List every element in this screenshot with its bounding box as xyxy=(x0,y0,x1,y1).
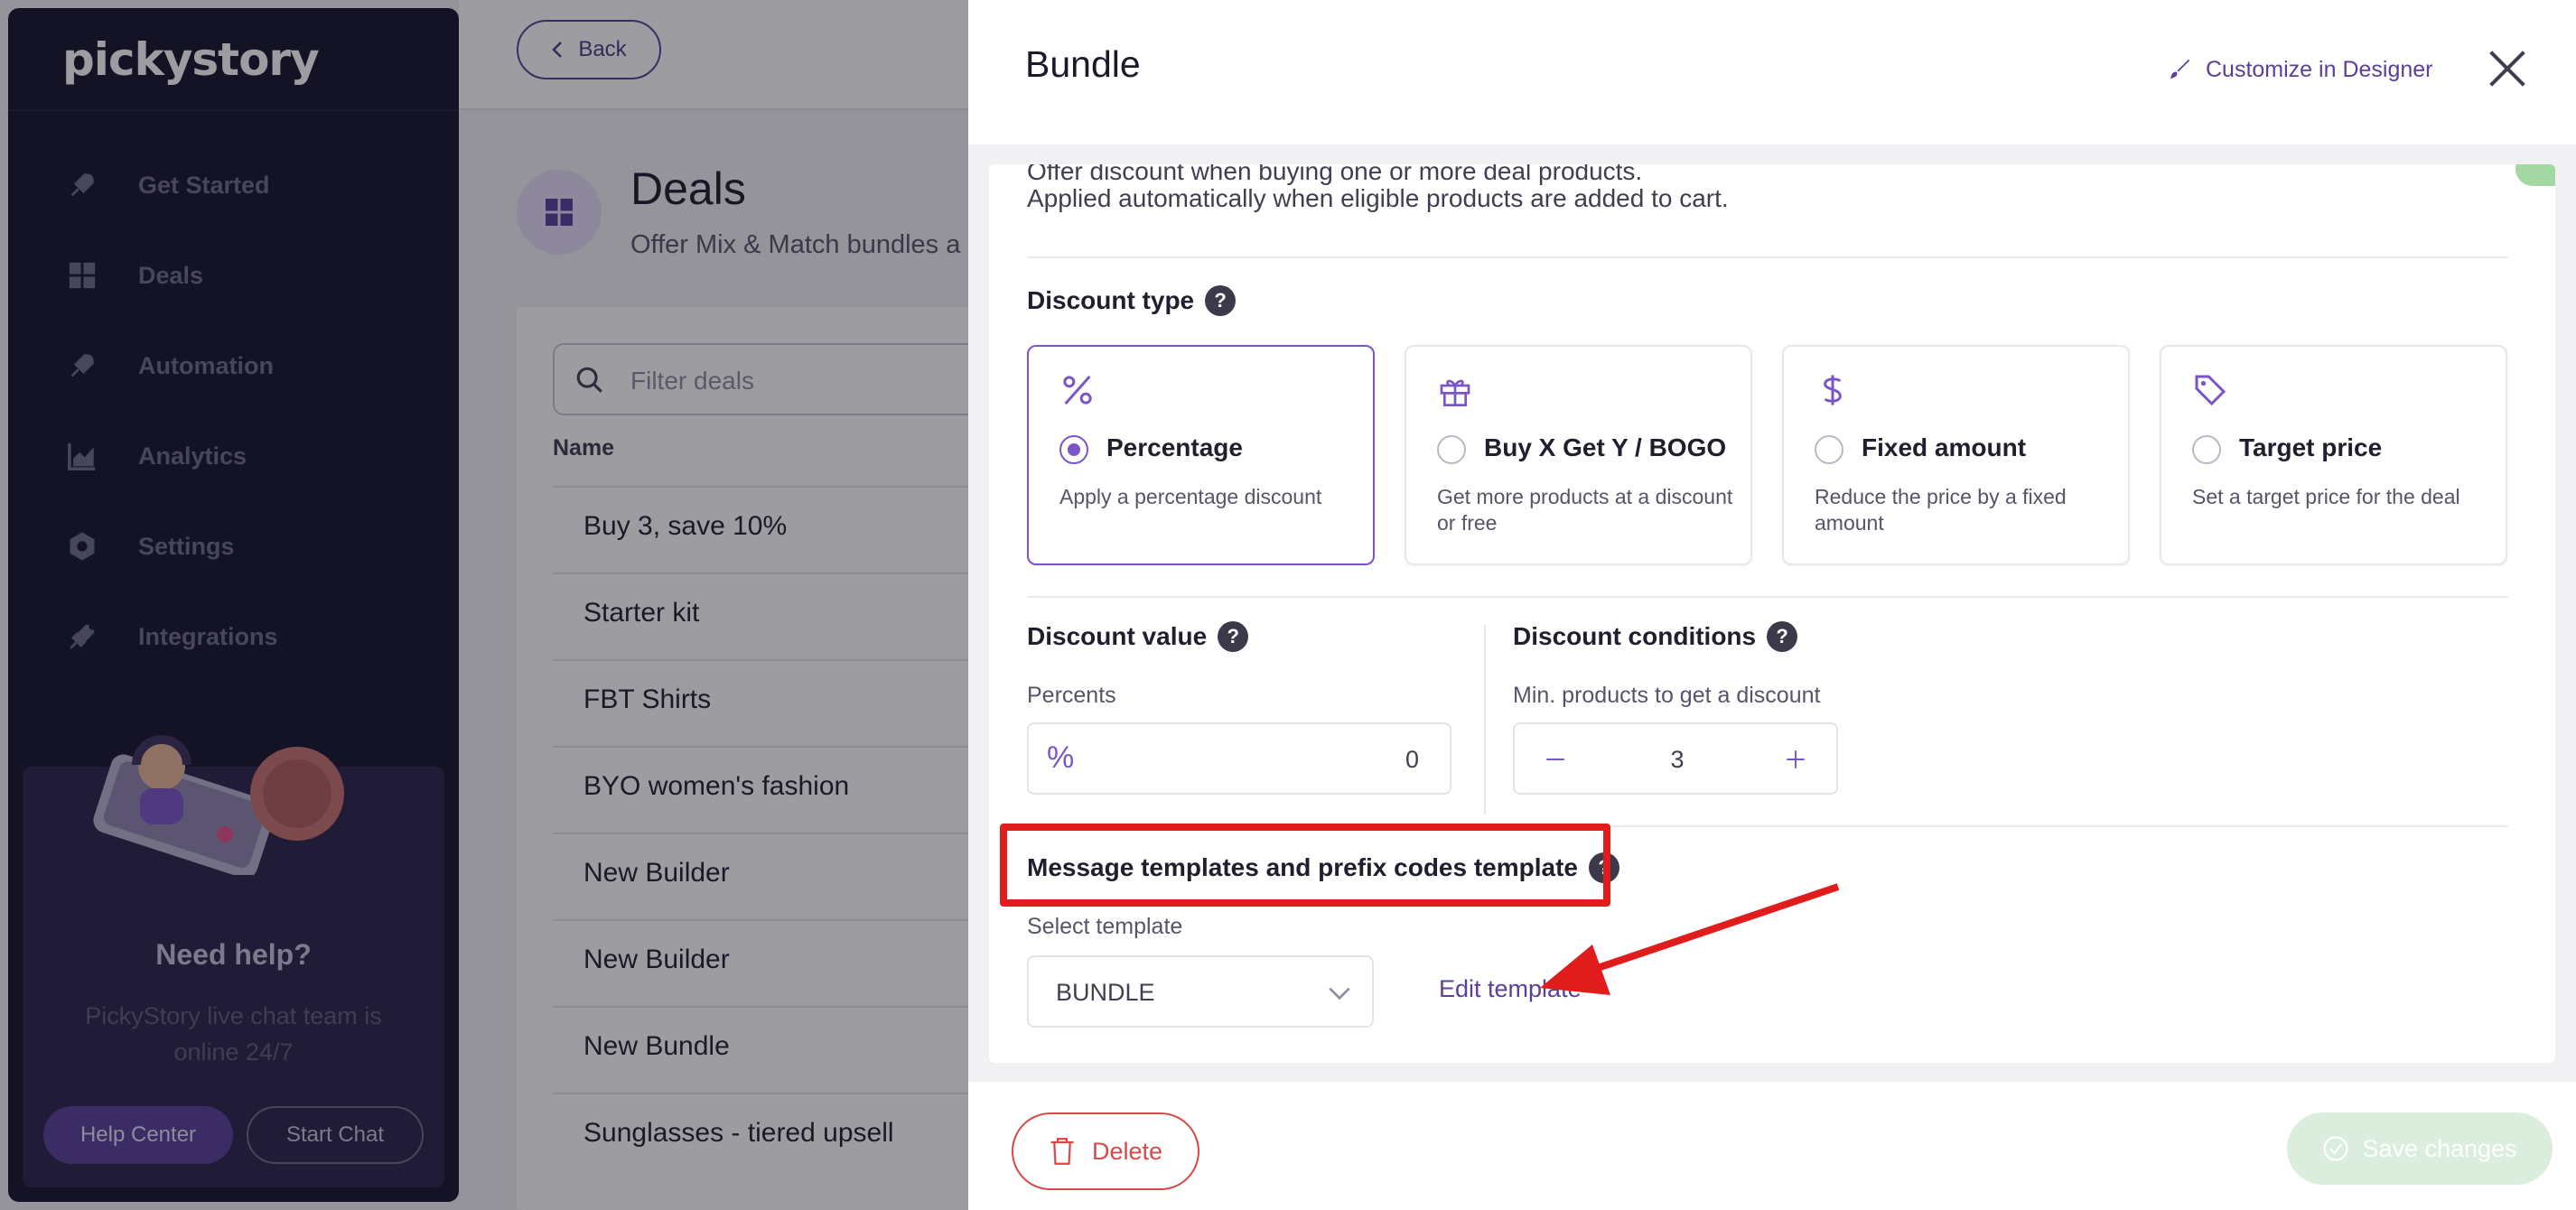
chevron-down-icon xyxy=(1329,987,1350,1001)
discount-value-title: Discount value ? xyxy=(1027,621,1249,652)
option-title: Buy X Get Y / BOGO xyxy=(1484,433,1727,461)
offer-description-line-2: Applied automatically when eligible prod… xyxy=(1027,184,1729,212)
radio-button[interactable] xyxy=(2192,435,2221,464)
discount-type-label: Discount type xyxy=(1027,286,1195,314)
option-description: Set a target price for the deal xyxy=(2192,485,2460,508)
modal-overlay[interactable] xyxy=(0,0,968,1210)
increment-button[interactable] xyxy=(1773,737,1818,782)
radio-button[interactable] xyxy=(1059,435,1088,464)
help-icon[interactable]: ? xyxy=(1205,285,1237,316)
radio-button[interactable] xyxy=(1815,435,1843,464)
min-products-stepper: 3 xyxy=(1513,722,1838,795)
enable-toggle[interactable] xyxy=(2515,164,2555,186)
option-title: Percentage xyxy=(1106,433,1243,461)
help-icon[interactable]: ? xyxy=(1218,621,1249,652)
percent-value: 0 xyxy=(1405,746,1419,773)
discount-option-bogo[interactable]: Buy X Get Y / BOGO Get more products at … xyxy=(1405,345,1752,565)
tag-icon xyxy=(2195,375,2226,406)
option-title: Target price xyxy=(2239,433,2383,461)
discount-conditions-label: Discount conditions xyxy=(1513,622,1757,650)
radio-button[interactable] xyxy=(1437,435,1466,464)
divider xyxy=(1027,596,2508,598)
delete-label: Delete xyxy=(1091,1137,1163,1165)
percent-icon xyxy=(1063,376,1092,405)
percents-label: Percents xyxy=(1027,683,1116,708)
select-template-label: Select template xyxy=(1027,914,1183,939)
option-description: Get more products at a discount or free xyxy=(1437,485,1733,535)
annotation-highlight-box xyxy=(1000,824,1610,907)
save-label: Save changes xyxy=(2362,1134,2517,1162)
check-circle-icon xyxy=(2323,1136,2349,1161)
discount-value-label: Discount value xyxy=(1027,622,1208,650)
customize-label: Customize in Designer xyxy=(2206,56,2433,82)
customize-in-designer-link[interactable]: Customize in Designer xyxy=(2166,56,2433,83)
divider xyxy=(1027,256,2508,258)
delete-button[interactable]: Delete xyxy=(1012,1112,1199,1190)
help-icon[interactable]: ? xyxy=(1767,621,1798,652)
percent-icon: % xyxy=(1047,740,1075,775)
template-select-value: BUNDLE xyxy=(1056,979,1155,1006)
drawer-header: Bundle Customize in Designer xyxy=(968,0,2576,144)
bundle-settings-card: Offer discount when buying one or more d… xyxy=(989,164,2555,1063)
drawer-footer: Delete Save changes xyxy=(968,1082,2576,1210)
discount-option-target-price[interactable]: Target price Set a target price for the … xyxy=(2160,345,2507,565)
offer-description-line-1: Offer discount when buying one or more d… xyxy=(1027,164,1643,185)
option-description: Apply a percentage discount xyxy=(1059,485,1322,508)
close-icon[interactable] xyxy=(2487,49,2527,88)
discount-option-fixed-amount[interactable]: Fixed amount Reduce the price by a fixed… xyxy=(1782,345,2130,565)
min-products-label: Min. products to get a discount xyxy=(1513,683,1821,708)
percent-input[interactable]: % 0 xyxy=(1027,722,1451,795)
edit-template-link[interactable]: Edit template xyxy=(1439,975,1582,1003)
discount-conditions-title: Discount conditions ? xyxy=(1513,621,1798,652)
gift-icon xyxy=(1440,379,1470,406)
drawer-title: Bundle xyxy=(1025,43,1141,85)
save-changes-button[interactable]: Save changes xyxy=(2287,1112,2553,1185)
bundle-drawer: Bundle Customize in Designer Offer disco… xyxy=(968,0,2576,1210)
trash-icon xyxy=(1050,1138,1074,1165)
option-description: Reduce the price by a fixed amount xyxy=(1815,485,2067,535)
dollar-icon xyxy=(1824,375,1842,405)
brush-icon xyxy=(2170,59,2190,79)
vertical-divider xyxy=(1484,625,1486,814)
discount-type-title: Discount type ? xyxy=(1027,285,1237,316)
plus-icon xyxy=(1787,750,1805,768)
discount-option-percentage[interactable]: Percentage Apply a percentage discount xyxy=(1027,345,1375,565)
template-select[interactable]: BUNDLE xyxy=(1027,955,1374,1028)
option-title: Fixed amount xyxy=(1862,433,2027,461)
